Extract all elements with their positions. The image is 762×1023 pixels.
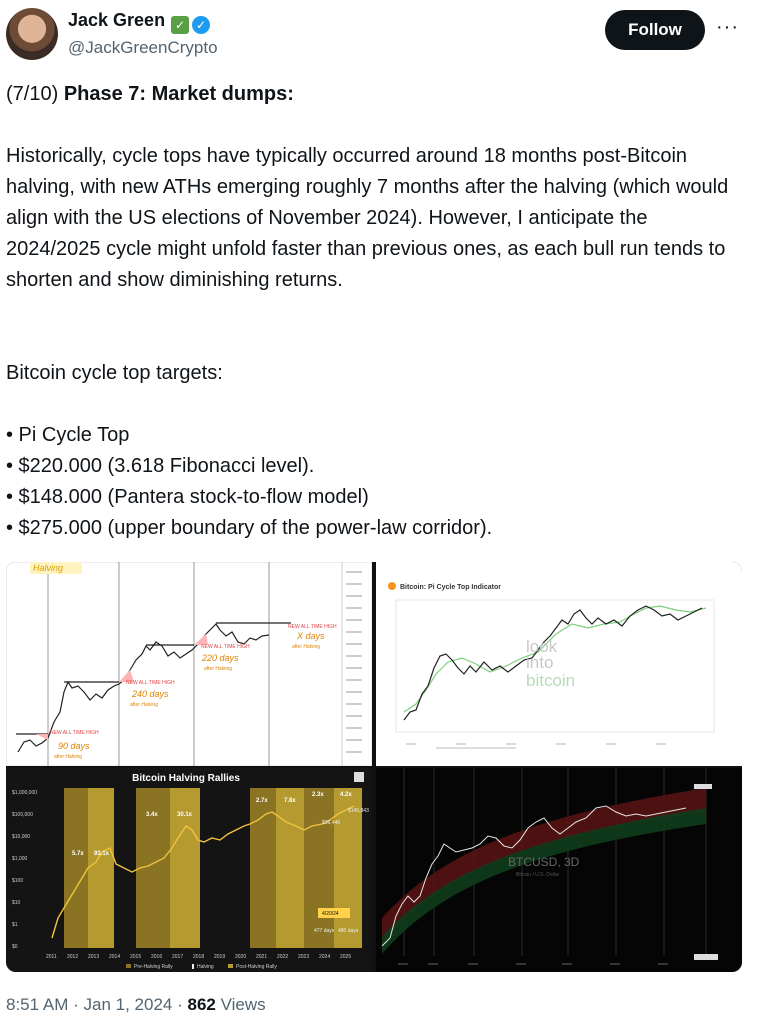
x-tick-label: 2014 — [109, 954, 120, 960]
tweet-heading: Phase 7: Market dumps: — [63, 83, 294, 105]
seedling-badge-icon: ✓ — [171, 16, 190, 34]
tweet-paragraph: Historically, cycle tops have typically … — [6, 145, 729, 291]
after-halving-annotation: after Halving — [292, 644, 320, 650]
x-tick-label: 2025 — [340, 954, 351, 960]
verified-badge-icon: ✓ — [192, 16, 211, 34]
days-label: 480 days — [338, 928, 359, 934]
x-tick-label: 2017 — [172, 954, 183, 960]
author-handle[interactable]: @JackGreenCrypto — [68, 38, 218, 58]
tweet-media-grid[interactable]: Halving NEW ALL TIME HIGH 90 days after … — [6, 562, 742, 972]
multiplier-label: 30.1x — [177, 812, 193, 818]
days-label: 477 days — [314, 928, 335, 934]
ath-annotation: NEW ALL TIME HIGH — [126, 680, 175, 686]
legend-item: Halving — [197, 964, 214, 970]
legend-item: Post-Halving Rally — [236, 964, 277, 970]
watermark: into — [526, 653, 553, 672]
x-tick-label: 2015 — [130, 954, 141, 960]
author-name[interactable]: Jack Green ✓ ✓ — [68, 10, 211, 34]
halving-rallies-chart[interactable]: Bitcoin Halving Rallies $1,000,000 $100,… — [6, 768, 372, 972]
tweet-date[interactable]: Jan 1, 2024 — [84, 995, 173, 1014]
ath-annotation: NEW ALL TIME HIGH — [50, 730, 99, 736]
x-tick-label: 2019 — [214, 954, 225, 960]
y-tick-label: $1 — [12, 922, 18, 928]
multiplier-label: 5.7x — [72, 851, 84, 857]
days-annotation: 90 days — [58, 741, 90, 751]
target-item: • $148.000 (Pantera stock-to-flow model) — [6, 486, 369, 508]
x-tick-label: 2013 — [88, 954, 99, 960]
symbol-watermark: BTCUSD, 3D — [508, 855, 580, 869]
x-tick-label: 2012 — [67, 954, 78, 960]
source-logo-icon — [354, 772, 364, 782]
days-annotation: 220 days — [201, 653, 239, 663]
multiplier-label: 3.4x — [146, 812, 158, 818]
y-tick-label: $1,000 — [12, 856, 28, 862]
thread-index: (7/10) — [6, 83, 59, 105]
halving-label: Halving — [33, 563, 63, 573]
days-annotation: X days — [296, 631, 325, 641]
x-tick-label: 2020 — [235, 954, 246, 960]
targets-title: Bitcoin cycle top targets: — [6, 362, 223, 384]
power-law-chart[interactable]: BTCUSD, 3D Bitcoin / U.S. Dollar — [376, 768, 742, 972]
after-halving-annotation: after Halving — [130, 702, 158, 708]
view-count: 862 — [187, 995, 216, 1014]
target-item: • $220.000 (3.618 Fibonacci level). — [6, 455, 315, 477]
tweet-header: Jack Green ✓ ✓ @JackGreenCrypto Follow ··· — [0, 0, 762, 72]
after-halving-annotation: after Halving — [54, 754, 82, 760]
multiplier-label: 93.1x — [94, 851, 110, 857]
x-tick-label: 2011 — [46, 954, 57, 960]
x-tick-label: 2016 — [151, 954, 162, 960]
halving-ath-chart[interactable]: Halving NEW ALL TIME HIGH 90 days after … — [6, 562, 372, 766]
rallies-title: Bitcoin Halving Rallies — [132, 773, 240, 784]
symbol-subtitle: Bitcoin / U.S. Dollar — [516, 872, 560, 878]
avatar[interactable] — [6, 8, 58, 60]
ath-annotation: NEW ALL TIME HIGH — [288, 624, 337, 630]
x-tick-label: 2021 — [256, 954, 267, 960]
y-tick-label: $10,000 — [12, 834, 30, 840]
x-tick-label: 2024 — [319, 954, 330, 960]
targets-list: • Pi Cycle Top • $220.000 (3.618 Fibonac… — [6, 420, 746, 544]
y-tick-label: $100,000 — [12, 812, 33, 818]
ath-annotation: NEW ALL TIME HIGH — [201, 644, 250, 650]
tweet-time[interactable]: 8:51 AM — [6, 995, 68, 1014]
y-tick-label: $0 — [12, 944, 18, 950]
multiplier-label: 7.8x — [284, 798, 296, 804]
x-tick-label: 2018 — [193, 954, 204, 960]
tweet-heading-line: (7/10) Phase 7: Market dumps: — [6, 79, 746, 110]
price-label: $145,843 — [348, 808, 369, 814]
halving-date: 4/20/24 — [322, 911, 339, 917]
y-tick-label: $1,000,000 — [12, 790, 37, 796]
follow-button[interactable]: Follow — [605, 10, 705, 50]
x-tick-label: 2022 — [277, 954, 288, 960]
more-options-icon[interactable]: ··· — [716, 16, 739, 39]
days-annotation: 240 days — [131, 689, 169, 699]
legend-item: Pre-Halving Rally — [134, 964, 173, 970]
pi-cycle-title: Bitcoin: Pi Cycle Top Indicator — [400, 584, 501, 591]
target-item: • $275.000 (upper boundary of the power-… — [6, 517, 493, 539]
tweet-meta: 8:51 AM · Jan 1, 2024 · 862 Views — [6, 995, 266, 1015]
y-tick-label: $10 — [12, 900, 21, 906]
after-halving-annotation: after Halving — [204, 666, 232, 672]
multiplier-label: 2.3x — [312, 792, 324, 798]
separator: · — [177, 995, 188, 1014]
multiplier-label: 4.2x — [340, 792, 352, 798]
pi-cycle-chart[interactable]: Bitcoin: Pi Cycle Top Indicator look int… — [376, 562, 742, 766]
separator: · — [73, 995, 84, 1014]
multiplier-label: 2.7x — [256, 798, 268, 804]
y-tick-label: $100 — [12, 878, 23, 884]
watermark: bitcoin — [526, 671, 575, 690]
author-name-text[interactable]: Jack Green — [68, 10, 165, 30]
views-label: Views — [220, 995, 266, 1014]
bitcoin-icon — [388, 582, 396, 590]
target-item: • Pi Cycle Top — [6, 424, 130, 446]
price-label: $36,446 — [322, 820, 340, 826]
x-tick-label: 2023 — [298, 954, 309, 960]
